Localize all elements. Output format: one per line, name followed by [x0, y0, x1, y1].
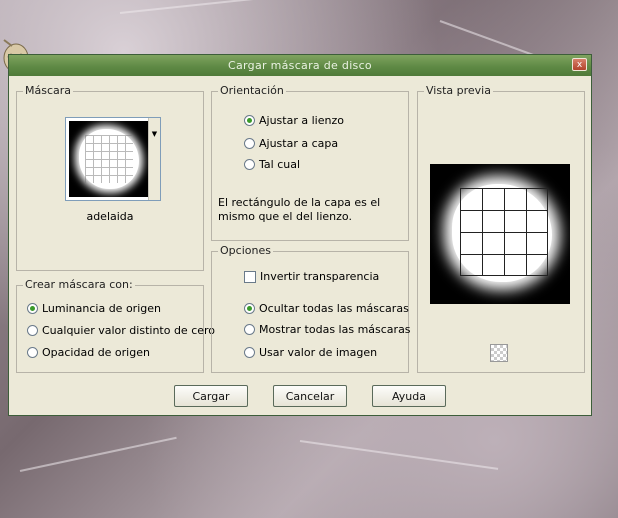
- create-mask-legend: Crear máscara con:: [23, 278, 135, 291]
- radio-label: Ajustar a capa: [259, 137, 339, 150]
- radio-label: Usar valor de imagen: [259, 346, 378, 359]
- mask-group: Máscara ▼ adelaida: [16, 84, 204, 271]
- orientation-group: Orientación Ajustar a lienzo Ajustar a c…: [211, 84, 409, 241]
- radio-use-image-value[interactable]: Usar valor de imagen: [244, 346, 377, 359]
- radio-fit-canvas[interactable]: Ajustar a lienzo: [244, 114, 344, 127]
- radio-label: Opacidad de origen: [42, 346, 150, 359]
- orientation-note: El rectángulo de la capa es el mismo que…: [218, 196, 381, 223]
- mask-grid: [85, 135, 133, 183]
- radio-indicator: [244, 303, 255, 314]
- radio-indicator: [244, 347, 255, 358]
- radio-label: Tal cual: [259, 158, 301, 171]
- close-button[interactable]: x: [572, 58, 587, 71]
- create-mask-group: Crear máscara con: Luminancia de origen …: [16, 278, 215, 373]
- preview-legend: Vista previa: [424, 84, 493, 97]
- preview-image: [430, 164, 570, 304]
- mask-selector[interactable]: ▼: [65, 117, 161, 201]
- preview-group: Vista previa: [417, 84, 585, 373]
- options-legend: Opciones: [218, 244, 273, 257]
- invert-transparency-checkbox[interactable]: Invertir transparencia: [244, 270, 379, 283]
- radio-label: Ocultar todas las máscaras: [259, 302, 409, 315]
- radio-indicator: [27, 303, 38, 314]
- mask-thumbnail: [69, 121, 149, 197]
- checkbox-indicator: [244, 270, 256, 283]
- radio-label: Ajustar a lienzo: [259, 114, 344, 127]
- radio-indicator: [244, 324, 255, 335]
- radio-indicator: [244, 138, 255, 149]
- radio-indicator: [244, 115, 255, 126]
- background-texture: [19, 436, 177, 472]
- radio-label: Mostrar todas las máscaras: [259, 323, 411, 336]
- radio-label: Luminancia de origen: [42, 302, 161, 315]
- radio-source-luminance[interactable]: Luminancia de origen: [27, 302, 161, 315]
- cancel-button[interactable]: Cancelar: [273, 385, 347, 407]
- radio-indicator: [27, 325, 38, 336]
- radio-label: Cualquier valor distinto de cero: [42, 324, 216, 337]
- load-mask-dialog: Cargar máscara de disco x Máscara ▼ adel…: [8, 54, 592, 416]
- help-button[interactable]: Ayuda: [372, 385, 446, 407]
- radio-indicator: [244, 159, 255, 170]
- chevron-down-icon[interactable]: ▼: [148, 118, 160, 200]
- radio-indicator: [27, 347, 38, 358]
- options-group: Opciones Invertir transparencia Ocultar …: [211, 244, 411, 373]
- load-button[interactable]: Cargar: [174, 385, 248, 407]
- dialog-title: Cargar máscara de disco: [9, 55, 591, 76]
- checkerboard-icon[interactable]: [490, 344, 508, 362]
- radio-fit-layer[interactable]: Ajustar a capa: [244, 137, 338, 150]
- preview-grid: [460, 188, 548, 276]
- mask-legend: Máscara: [23, 84, 74, 97]
- radio-show-all-masks[interactable]: Mostrar todas las máscaras: [244, 323, 411, 336]
- radio-source-opacity[interactable]: Opacidad de origen: [27, 346, 150, 359]
- checkbox-label: Invertir transparencia: [260, 270, 380, 283]
- radio-hide-all-masks[interactable]: Ocultar todas las máscaras: [244, 302, 409, 315]
- background-texture: [299, 440, 499, 470]
- close-icon: x: [576, 60, 583, 70]
- orientation-legend: Orientación: [218, 84, 286, 97]
- radio-any-nonzero[interactable]: Cualquier valor distinto de cero: [27, 324, 215, 337]
- radio-as-is[interactable]: Tal cual: [244, 158, 300, 171]
- background-texture: [119, 0, 300, 14]
- mask-name-label: adelaida: [86, 210, 134, 223]
